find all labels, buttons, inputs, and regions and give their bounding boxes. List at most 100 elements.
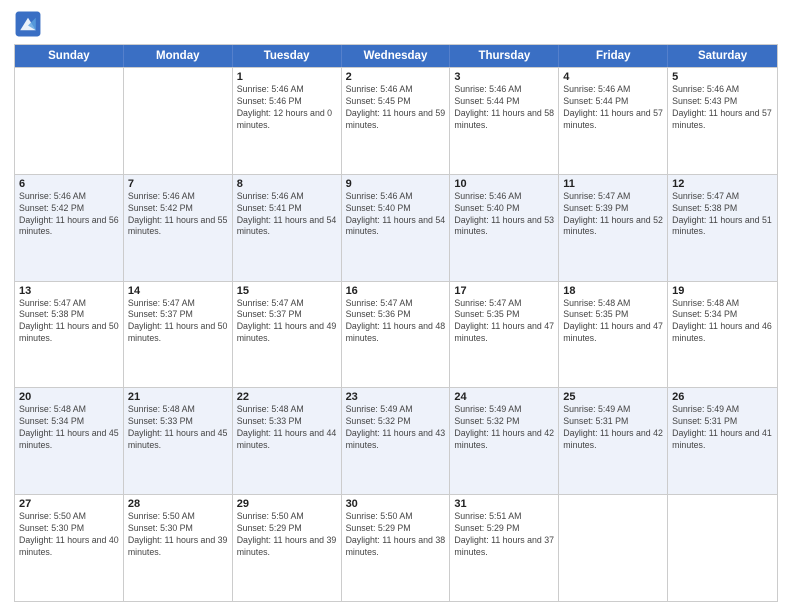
cell-day-number: 4 [563, 71, 663, 83]
cell-sun-info: Sunrise: 5:49 AMSunset: 5:32 PMDaylight:… [346, 404, 446, 452]
cell-sun-info: Sunrise: 5:50 AMSunset: 5:29 PMDaylight:… [346, 511, 446, 559]
header [14, 10, 778, 38]
table-row: 11Sunrise: 5:47 AMSunset: 5:39 PMDayligh… [559, 175, 668, 281]
cell-day-number: 20 [19, 391, 119, 403]
cell-day-number: 29 [237, 498, 337, 510]
cell-sun-info: Sunrise: 5:47 AMSunset: 5:37 PMDaylight:… [237, 298, 337, 346]
table-row: 17Sunrise: 5:47 AMSunset: 5:35 PMDayligh… [450, 282, 559, 388]
table-row: 9Sunrise: 5:46 AMSunset: 5:40 PMDaylight… [342, 175, 451, 281]
cell-sun-info: Sunrise: 5:46 AMSunset: 5:41 PMDaylight:… [237, 191, 337, 239]
calendar-row-1: 1Sunrise: 5:46 AMSunset: 5:46 PMDaylight… [15, 67, 777, 174]
cell-day-number: 9 [346, 178, 446, 190]
header-day-thursday: Thursday [450, 45, 559, 67]
calendar-row-4: 20Sunrise: 5:48 AMSunset: 5:34 PMDayligh… [15, 387, 777, 494]
logo-icon [14, 10, 42, 38]
cell-day-number: 25 [563, 391, 663, 403]
cell-sun-info: Sunrise: 5:47 AMSunset: 5:35 PMDaylight:… [454, 298, 554, 346]
cell-sun-info: Sunrise: 5:46 AMSunset: 5:44 PMDaylight:… [563, 84, 663, 132]
header-day-friday: Friday [559, 45, 668, 67]
cell-sun-info: Sunrise: 5:48 AMSunset: 5:33 PMDaylight:… [128, 404, 228, 452]
cell-sun-info: Sunrise: 5:49 AMSunset: 5:31 PMDaylight:… [672, 404, 773, 452]
cell-day-number: 15 [237, 285, 337, 297]
cell-day-number: 31 [454, 498, 554, 510]
table-row: 19Sunrise: 5:48 AMSunset: 5:34 PMDayligh… [668, 282, 777, 388]
calendar-row-3: 13Sunrise: 5:47 AMSunset: 5:38 PMDayligh… [15, 281, 777, 388]
table-row: 21Sunrise: 5:48 AMSunset: 5:33 PMDayligh… [124, 388, 233, 494]
cell-sun-info: Sunrise: 5:46 AMSunset: 5:44 PMDaylight:… [454, 84, 554, 132]
cell-sun-info: Sunrise: 5:48 AMSunset: 5:35 PMDaylight:… [563, 298, 663, 346]
table-row: 20Sunrise: 5:48 AMSunset: 5:34 PMDayligh… [15, 388, 124, 494]
cell-day-number: 17 [454, 285, 554, 297]
table-row: 31Sunrise: 5:51 AMSunset: 5:29 PMDayligh… [450, 495, 559, 601]
cell-sun-info: Sunrise: 5:47 AMSunset: 5:39 PMDaylight:… [563, 191, 663, 239]
logo [14, 10, 44, 38]
cell-day-number: 1 [237, 71, 337, 83]
cell-sun-info: Sunrise: 5:46 AMSunset: 5:42 PMDaylight:… [19, 191, 119, 239]
cell-sun-info: Sunrise: 5:50 AMSunset: 5:30 PMDaylight:… [19, 511, 119, 559]
header-day-wednesday: Wednesday [342, 45, 451, 67]
cell-sun-info: Sunrise: 5:50 AMSunset: 5:30 PMDaylight:… [128, 511, 228, 559]
header-day-saturday: Saturday [668, 45, 777, 67]
table-row: 23Sunrise: 5:49 AMSunset: 5:32 PMDayligh… [342, 388, 451, 494]
cell-sun-info: Sunrise: 5:49 AMSunset: 5:32 PMDaylight:… [454, 404, 554, 452]
cell-sun-info: Sunrise: 5:49 AMSunset: 5:31 PMDaylight:… [563, 404, 663, 452]
cell-sun-info: Sunrise: 5:46 AMSunset: 5:42 PMDaylight:… [128, 191, 228, 239]
cell-day-number: 30 [346, 498, 446, 510]
table-row [559, 495, 668, 601]
table-row [15, 68, 124, 174]
cell-day-number: 23 [346, 391, 446, 403]
cell-day-number: 27 [19, 498, 119, 510]
cell-day-number: 18 [563, 285, 663, 297]
table-row: 27Sunrise: 5:50 AMSunset: 5:30 PMDayligh… [15, 495, 124, 601]
header-day-tuesday: Tuesday [233, 45, 342, 67]
cell-day-number: 14 [128, 285, 228, 297]
cell-day-number: 11 [563, 178, 663, 190]
calendar-body: 1Sunrise: 5:46 AMSunset: 5:46 PMDaylight… [15, 67, 777, 601]
cell-sun-info: Sunrise: 5:46 AMSunset: 5:46 PMDaylight:… [237, 84, 337, 132]
cell-day-number: 13 [19, 285, 119, 297]
header-day-monday: Monday [124, 45, 233, 67]
table-row [124, 68, 233, 174]
table-row: 15Sunrise: 5:47 AMSunset: 5:37 PMDayligh… [233, 282, 342, 388]
table-row: 29Sunrise: 5:50 AMSunset: 5:29 PMDayligh… [233, 495, 342, 601]
table-row: 4Sunrise: 5:46 AMSunset: 5:44 PMDaylight… [559, 68, 668, 174]
cell-day-number: 19 [672, 285, 773, 297]
table-row: 12Sunrise: 5:47 AMSunset: 5:38 PMDayligh… [668, 175, 777, 281]
cell-day-number: 24 [454, 391, 554, 403]
calendar-row-5: 27Sunrise: 5:50 AMSunset: 5:30 PMDayligh… [15, 494, 777, 601]
calendar-row-2: 6Sunrise: 5:46 AMSunset: 5:42 PMDaylight… [15, 174, 777, 281]
cell-sun-info: Sunrise: 5:46 AMSunset: 5:43 PMDaylight:… [672, 84, 773, 132]
table-row: 28Sunrise: 5:50 AMSunset: 5:30 PMDayligh… [124, 495, 233, 601]
cell-day-number: 8 [237, 178, 337, 190]
cell-sun-info: Sunrise: 5:47 AMSunset: 5:36 PMDaylight:… [346, 298, 446, 346]
cell-sun-info: Sunrise: 5:47 AMSunset: 5:37 PMDaylight:… [128, 298, 228, 346]
calendar: SundayMondayTuesdayWednesdayThursdayFrid… [14, 44, 778, 602]
cell-day-number: 21 [128, 391, 228, 403]
table-row: 3Sunrise: 5:46 AMSunset: 5:44 PMDaylight… [450, 68, 559, 174]
cell-sun-info: Sunrise: 5:47 AMSunset: 5:38 PMDaylight:… [672, 191, 773, 239]
table-row: 2Sunrise: 5:46 AMSunset: 5:45 PMDaylight… [342, 68, 451, 174]
calendar-header: SundayMondayTuesdayWednesdayThursdayFrid… [15, 45, 777, 67]
cell-day-number: 28 [128, 498, 228, 510]
table-row: 16Sunrise: 5:47 AMSunset: 5:36 PMDayligh… [342, 282, 451, 388]
cell-sun-info: Sunrise: 5:47 AMSunset: 5:38 PMDaylight:… [19, 298, 119, 346]
cell-sun-info: Sunrise: 5:46 AMSunset: 5:40 PMDaylight:… [454, 191, 554, 239]
cell-day-number: 26 [672, 391, 773, 403]
table-row: 13Sunrise: 5:47 AMSunset: 5:38 PMDayligh… [15, 282, 124, 388]
table-row: 30Sunrise: 5:50 AMSunset: 5:29 PMDayligh… [342, 495, 451, 601]
table-row: 6Sunrise: 5:46 AMSunset: 5:42 PMDaylight… [15, 175, 124, 281]
table-row: 25Sunrise: 5:49 AMSunset: 5:31 PMDayligh… [559, 388, 668, 494]
cell-sun-info: Sunrise: 5:51 AMSunset: 5:29 PMDaylight:… [454, 511, 554, 559]
cell-sun-info: Sunrise: 5:46 AMSunset: 5:40 PMDaylight:… [346, 191, 446, 239]
cell-day-number: 3 [454, 71, 554, 83]
table-row: 8Sunrise: 5:46 AMSunset: 5:41 PMDaylight… [233, 175, 342, 281]
cell-day-number: 5 [672, 71, 773, 83]
cell-day-number: 10 [454, 178, 554, 190]
cell-sun-info: Sunrise: 5:48 AMSunset: 5:33 PMDaylight:… [237, 404, 337, 452]
cell-sun-info: Sunrise: 5:48 AMSunset: 5:34 PMDaylight:… [19, 404, 119, 452]
table-row: 22Sunrise: 5:48 AMSunset: 5:33 PMDayligh… [233, 388, 342, 494]
cell-sun-info: Sunrise: 5:50 AMSunset: 5:29 PMDaylight:… [237, 511, 337, 559]
cell-sun-info: Sunrise: 5:48 AMSunset: 5:34 PMDaylight:… [672, 298, 773, 346]
cell-day-number: 6 [19, 178, 119, 190]
table-row: 26Sunrise: 5:49 AMSunset: 5:31 PMDayligh… [668, 388, 777, 494]
